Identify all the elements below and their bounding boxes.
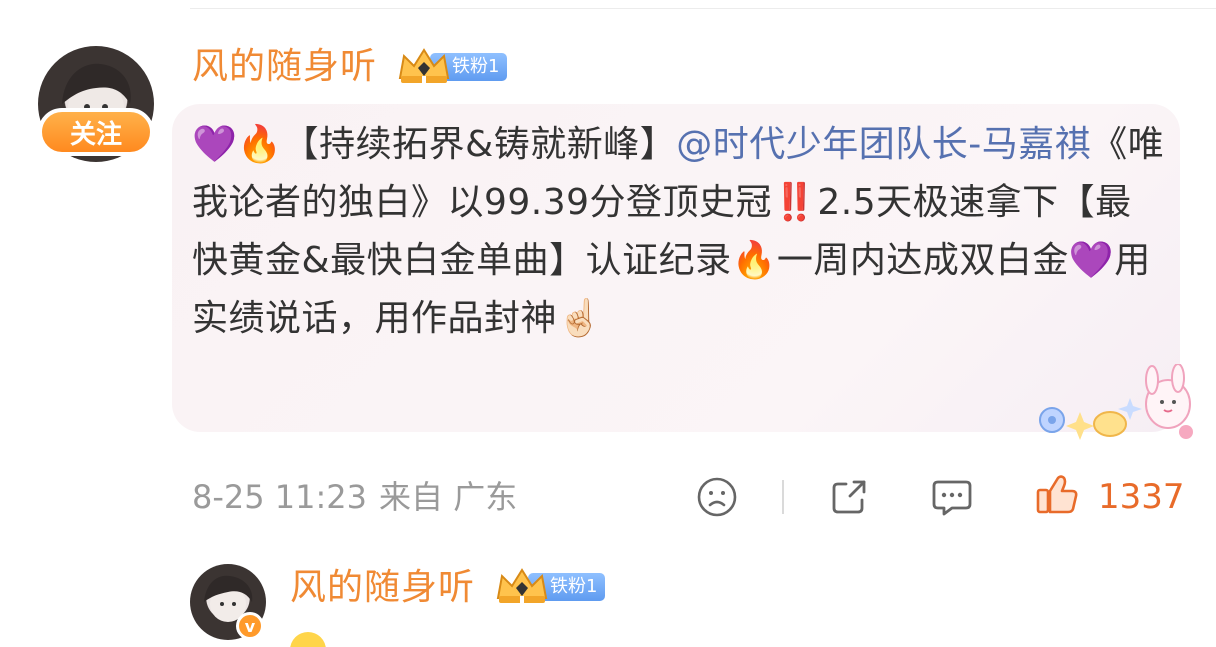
comment-meta: 8-25 11:23 来自 广东 (192, 474, 529, 520)
double-exclamation-icon: ‼️ (772, 182, 818, 223)
fan-badge[interactable]: 铁粉1 (396, 48, 508, 86)
username[interactable]: 风的随身听 (192, 42, 377, 92)
comment-content: 💜🔥【持续拓界&铸就新峰】@时代少年团队长-马嘉祺《唯我论者的独白》以99.39… (192, 116, 1167, 348)
divider (190, 8, 1216, 9)
pointing-up-icon: ☝🏻 (557, 298, 603, 339)
content-prefix: 💜🔥【持续拓界&铸就新峰】 (192, 124, 677, 165)
emoji-icon (288, 630, 328, 647)
crown-icon (396, 48, 452, 86)
action-separator (782, 480, 784, 514)
timestamp: 8-25 11:23 (192, 478, 368, 516)
like-count: 1337 (1098, 477, 1185, 517)
purple-heart-icon: 💜 (1068, 240, 1115, 281)
fire-icon: 🔥 (731, 240, 777, 281)
share-icon[interactable] (828, 476, 870, 518)
username[interactable]: 风的随身听 (290, 563, 475, 613)
content-tail: 一周内达成双白金 (776, 240, 1069, 281)
verified-badge-icon: v (236, 612, 264, 640)
sad-face-icon[interactable] (696, 476, 738, 518)
weibo-comment-page: 关注 风的随身听 铁粉1 💜🔥【持续拓界&铸就新峰】@时代少年团队长-马嘉祺《唯… (0, 0, 1216, 647)
follow-button[interactable]: 关注 (38, 108, 154, 156)
crown-icon (494, 568, 550, 606)
thumbs-up-icon[interactable] (1034, 472, 1080, 518)
fan-badge[interactable]: 铁粉1 (494, 568, 606, 606)
rabbit-decoration-icon (1036, 363, 1200, 444)
user-avatar-block[interactable]: 关注 (38, 46, 156, 164)
location: 来自 广东 (379, 478, 518, 516)
mention-link[interactable]: @时代少年团队长-马嘉祺 (676, 124, 1091, 165)
comment-icon[interactable] (930, 476, 974, 518)
